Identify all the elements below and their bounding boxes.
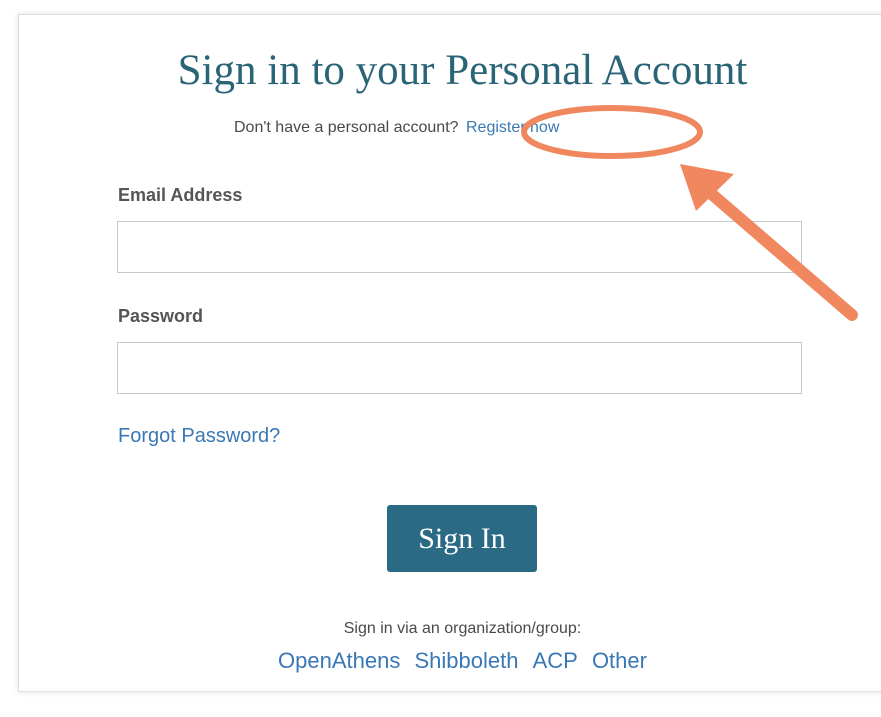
email-field[interactable] [117,221,802,273]
organization-links: OpenAthens Shibboleth ACP Other [0,648,881,674]
openathens-link[interactable]: OpenAthens [278,648,400,673]
register-prompt-text: Don't have a personal account? [234,119,459,136]
register-prompt-line: Don't have a personal account? Register … [234,119,559,137]
password-field[interactable] [117,342,802,394]
acp-link[interactable]: ACP [533,648,578,673]
email-label: Email Address [118,185,243,205]
forgot-password-link[interactable]: Forgot Password? [118,425,280,448]
shibboleth-link[interactable]: Shibboleth [414,648,518,673]
register-now-link[interactable]: Register now [466,119,559,136]
sign-in-button[interactable]: Sign In [387,505,537,572]
other-link[interactable]: Other [592,648,647,673]
organization-caption: Sign in via an organization/group: [343,620,582,637]
page-title: Sign in to your Personal Account [177,47,748,94]
password-label: Password [118,306,204,326]
